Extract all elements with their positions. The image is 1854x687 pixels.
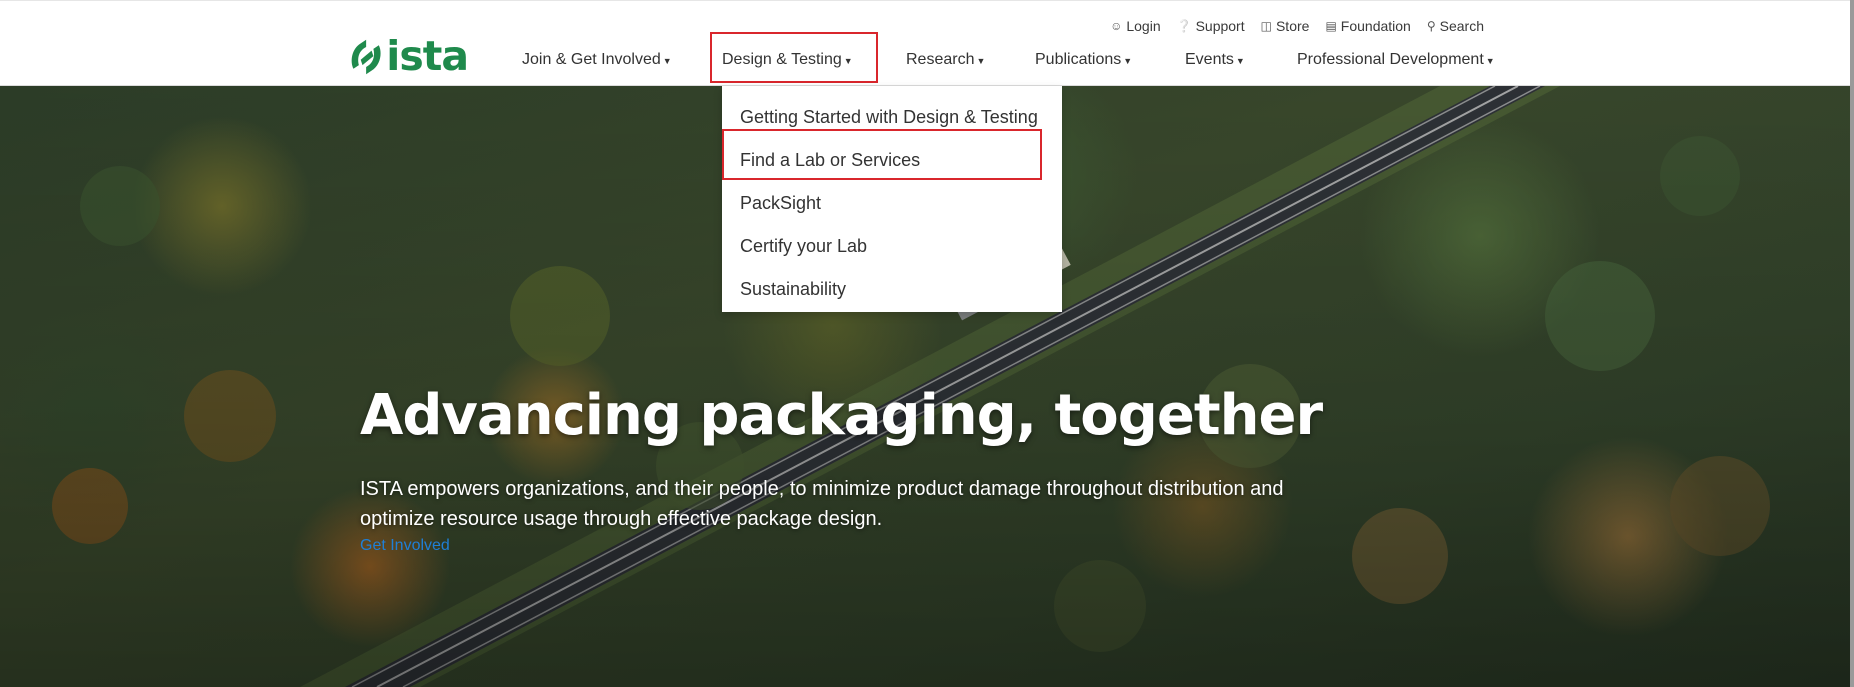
store-link[interactable]: ◫ Store	[1261, 18, 1310, 34]
dropdown-item-sustainability[interactable]: Sustainability	[722, 268, 1062, 311]
user-circle-icon: ☺	[1110, 19, 1123, 33]
site-header: ista ☺ Login ❔ Support ◫ Store ▤ Foundat…	[0, 0, 1854, 86]
page-scrollbar[interactable]	[1850, 0, 1854, 687]
support-link[interactable]: ❔ Support	[1177, 18, 1245, 34]
foundation-link[interactable]: ▤ Foundation	[1325, 18, 1410, 34]
nav-label: Research	[906, 51, 975, 68]
caret-down-icon: ▼	[976, 56, 986, 66]
support-label: Support	[1195, 18, 1245, 34]
login-label: Login	[1126, 18, 1161, 34]
nav-label: Join & Get Involved	[522, 51, 661, 68]
dropdown-item-packsight[interactable]: PackSight	[722, 182, 1062, 225]
foundation-label: Foundation	[1340, 18, 1411, 34]
dropdown-item-getting-started[interactable]: Getting Started with Design & Testing	[722, 96, 1062, 139]
nav-label: Professional Development	[1297, 51, 1484, 68]
caret-down-icon: ▼	[1235, 56, 1245, 66]
search-icon: ⚲	[1426, 19, 1436, 33]
nav-label: Events	[1185, 51, 1234, 68]
nav-events[interactable]: Events ▼	[1185, 33, 1245, 87]
get-involved-link[interactable]: Get Involved	[360, 537, 450, 555]
hero-title: Advancing packaging, together	[360, 383, 1323, 448]
basket-icon: ◫	[1260, 19, 1272, 33]
hero-description: ISTA empowers organizations, and their p…	[360, 478, 1284, 530]
design-testing-dropdown: Getting Started with Design & Testing Fi…	[722, 86, 1062, 312]
caret-down-icon: ▼	[1485, 56, 1495, 66]
nav-label: Design & Testing	[722, 51, 842, 68]
dropdown-item-certify-lab[interactable]: Certify your Lab	[722, 225, 1062, 268]
nav-label: Publications	[1035, 51, 1122, 68]
nav-join-get-involved[interactable]: Join & Get Involved ▼	[522, 33, 672, 87]
scrollbar-thumb[interactable]	[1850, 0, 1854, 687]
main-nav: Join & Get Involved ▼ Design & Testing ▼ R…	[0, 33, 1854, 87]
caret-down-icon: ▼	[662, 56, 672, 66]
caret-down-icon: ▼	[1123, 56, 1133, 66]
search-label: Search	[1439, 18, 1484, 34]
nav-professional-development[interactable]: Professional Development ▼	[1297, 33, 1495, 87]
utility-nav: ☺ Login ❔ Support ◫ Store ▤ Foundation ⚲…	[1110, 18, 1484, 34]
nav-design-testing[interactable]: Design & Testing ▼	[722, 33, 853, 87]
caret-down-icon: ▼	[843, 56, 853, 66]
book-icon: ▤	[1325, 19, 1337, 33]
nav-publications[interactable]: Publications ▼	[1035, 33, 1132, 87]
store-label: Store	[1275, 18, 1310, 34]
question-circle-icon: ❔	[1176, 19, 1192, 33]
search-link[interactable]: ⚲ Search	[1427, 18, 1484, 34]
dropdown-item-find-lab[interactable]: Find a Lab or Services	[722, 139, 1062, 182]
nav-research[interactable]: Research ▼	[906, 33, 985, 87]
login-link[interactable]: ☺ Login	[1110, 18, 1161, 34]
